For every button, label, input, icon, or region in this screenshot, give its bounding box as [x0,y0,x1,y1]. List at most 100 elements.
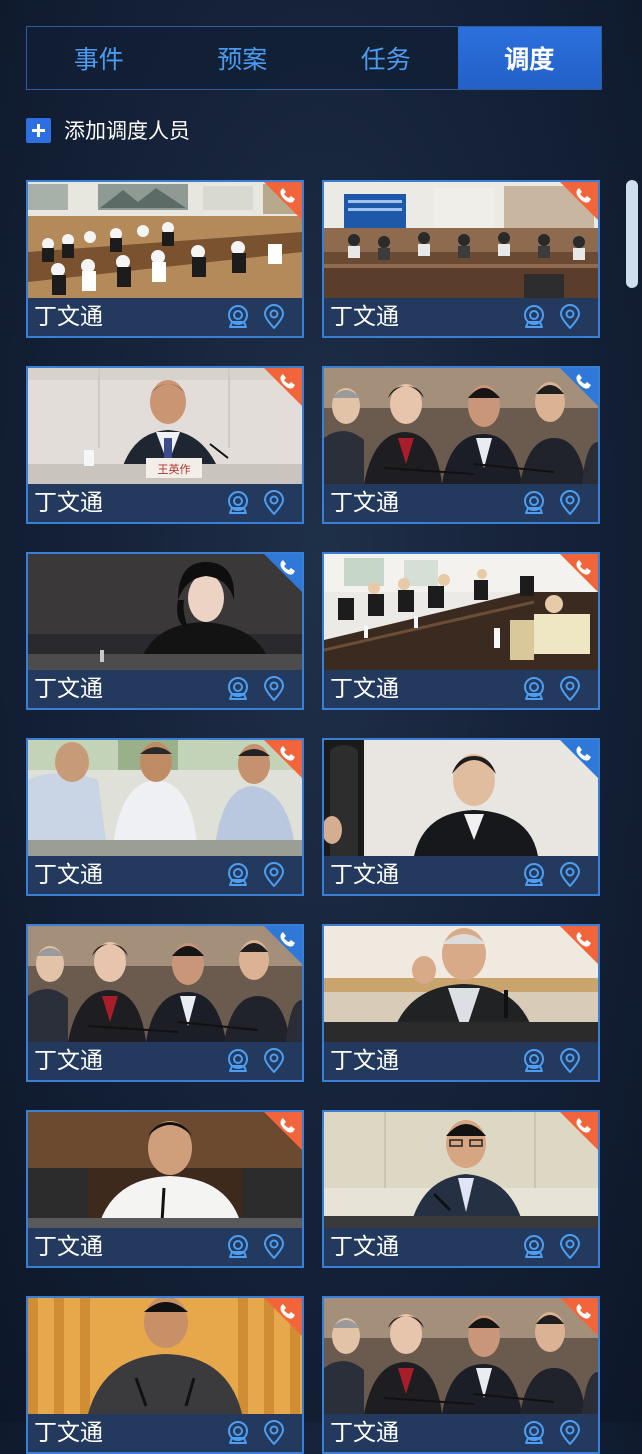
personnel-card[interactable]: 丁文通 [26,180,304,338]
personnel-photo [324,1112,598,1228]
personnel-name: 丁文通 [34,1420,103,1446]
personnel-card[interactable]: 丁文通 [322,1296,600,1454]
personnel-photo [324,1298,598,1414]
phone-icon[interactable] [560,1298,598,1336]
personnel-card[interactable]: 丁文通 [322,924,600,1082]
phone-icon[interactable] [560,926,598,964]
camera-icon[interactable] [224,1047,252,1075]
card-footer: 丁文通 [324,670,598,708]
camera-icon[interactable] [224,303,252,331]
personnel-name: 丁文通 [330,490,399,516]
location-pin-icon[interactable] [260,675,288,703]
card-footer: 丁文通 [28,298,302,336]
scrollbar-thumb[interactable] [626,180,638,288]
phone-icon[interactable] [560,368,598,406]
personnel-photo [28,1298,302,1414]
card-footer: 丁文通 [28,1414,302,1452]
personnel-name: 丁文通 [330,1234,399,1260]
camera-icon[interactable] [224,675,252,703]
location-pin-icon[interactable] [260,489,288,517]
personnel-photo [324,182,598,298]
personnel-card[interactable]: 丁文通 [322,1110,600,1268]
location-pin-icon[interactable] [260,1233,288,1261]
camera-icon[interactable] [224,861,252,889]
camera-icon[interactable] [224,489,252,517]
personnel-grid: 丁文通 丁文通 王英作 丁文通 丁文通 丁文通 丁文通 丁文通 丁文通 丁文通 … [0,0,642,1454]
location-pin-icon[interactable] [556,861,584,889]
phone-icon[interactable] [264,554,302,592]
phone-icon[interactable] [560,1112,598,1150]
camera-icon[interactable] [520,1419,548,1447]
personnel-name: 丁文通 [330,676,399,702]
card-footer: 丁文通 [28,856,302,894]
personnel-photo [324,554,598,670]
personnel-card[interactable]: 丁文通 [26,738,304,896]
location-pin-icon[interactable] [260,1419,288,1447]
card-footer: 丁文通 [324,484,598,522]
card-footer: 丁文通 [324,856,598,894]
card-footer: 丁文通 [324,298,598,336]
card-footer: 丁文通 [324,1228,598,1266]
personnel-card[interactable]: 丁文通 [322,552,600,710]
personnel-photo [324,926,598,1042]
camera-icon[interactable] [224,1233,252,1261]
location-pin-icon[interactable] [556,1233,584,1261]
personnel-name: 丁文通 [34,304,103,330]
location-pin-icon[interactable] [260,1047,288,1075]
card-footer: 丁文通 [324,1042,598,1080]
personnel-photo [324,368,598,484]
camera-icon[interactable] [520,489,548,517]
phone-icon[interactable] [560,554,598,592]
personnel-card[interactable]: 丁文通 [26,552,304,710]
personnel-card[interactable]: 丁文通 [26,924,304,1082]
personnel-photo [28,554,302,670]
camera-icon[interactable] [520,861,548,889]
camera-icon[interactable] [520,1233,548,1261]
camera-icon[interactable] [520,675,548,703]
location-pin-icon[interactable] [556,489,584,517]
personnel-card[interactable]: 丁文通 [322,366,600,524]
personnel-photo [28,926,302,1042]
location-pin-icon[interactable] [556,303,584,331]
personnel-name: 丁文通 [330,304,399,330]
card-footer: 丁文通 [28,670,302,708]
phone-icon[interactable] [264,1112,302,1150]
personnel-photo: 王英作 [28,368,302,484]
personnel-name: 丁文通 [34,1048,103,1074]
camera-icon[interactable] [520,303,548,331]
phone-icon[interactable] [264,740,302,778]
card-footer: 丁文通 [28,484,302,522]
camera-icon[interactable] [520,1047,548,1075]
phone-icon[interactable] [264,182,302,220]
personnel-name: 丁文通 [34,862,103,888]
personnel-card[interactable]: 丁文通 [26,1110,304,1268]
phone-icon[interactable] [560,740,598,778]
location-pin-icon[interactable] [556,675,584,703]
phone-icon[interactable] [560,182,598,220]
personnel-name: 丁文通 [330,1048,399,1074]
personnel-name: 丁文通 [34,1234,103,1260]
personnel-name: 丁文通 [330,1420,399,1446]
phone-icon[interactable] [264,368,302,406]
location-pin-icon[interactable] [260,303,288,331]
location-pin-icon[interactable] [556,1047,584,1075]
personnel-photo [324,740,598,856]
location-pin-icon[interactable] [556,1419,584,1447]
personnel-card[interactable]: 丁文通 [322,180,600,338]
personnel-card[interactable]: 丁文通 [26,1296,304,1454]
personnel-name: 丁文通 [34,676,103,702]
card-footer: 丁文通 [28,1042,302,1080]
phone-icon[interactable] [264,926,302,964]
card-footer: 丁文通 [324,1414,598,1452]
personnel-photo [28,182,302,298]
camera-icon[interactable] [224,1419,252,1447]
personnel-name: 丁文通 [330,862,399,888]
personnel-card[interactable]: 丁文通 [322,738,600,896]
card-footer: 丁文通 [28,1228,302,1266]
phone-icon[interactable] [264,1298,302,1336]
svg-text:王英作: 王英作 [158,462,191,476]
scrollbar-track [626,178,638,1422]
personnel-name: 丁文通 [34,490,103,516]
location-pin-icon[interactable] [260,861,288,889]
personnel-card[interactable]: 王英作 丁文通 [26,366,304,524]
